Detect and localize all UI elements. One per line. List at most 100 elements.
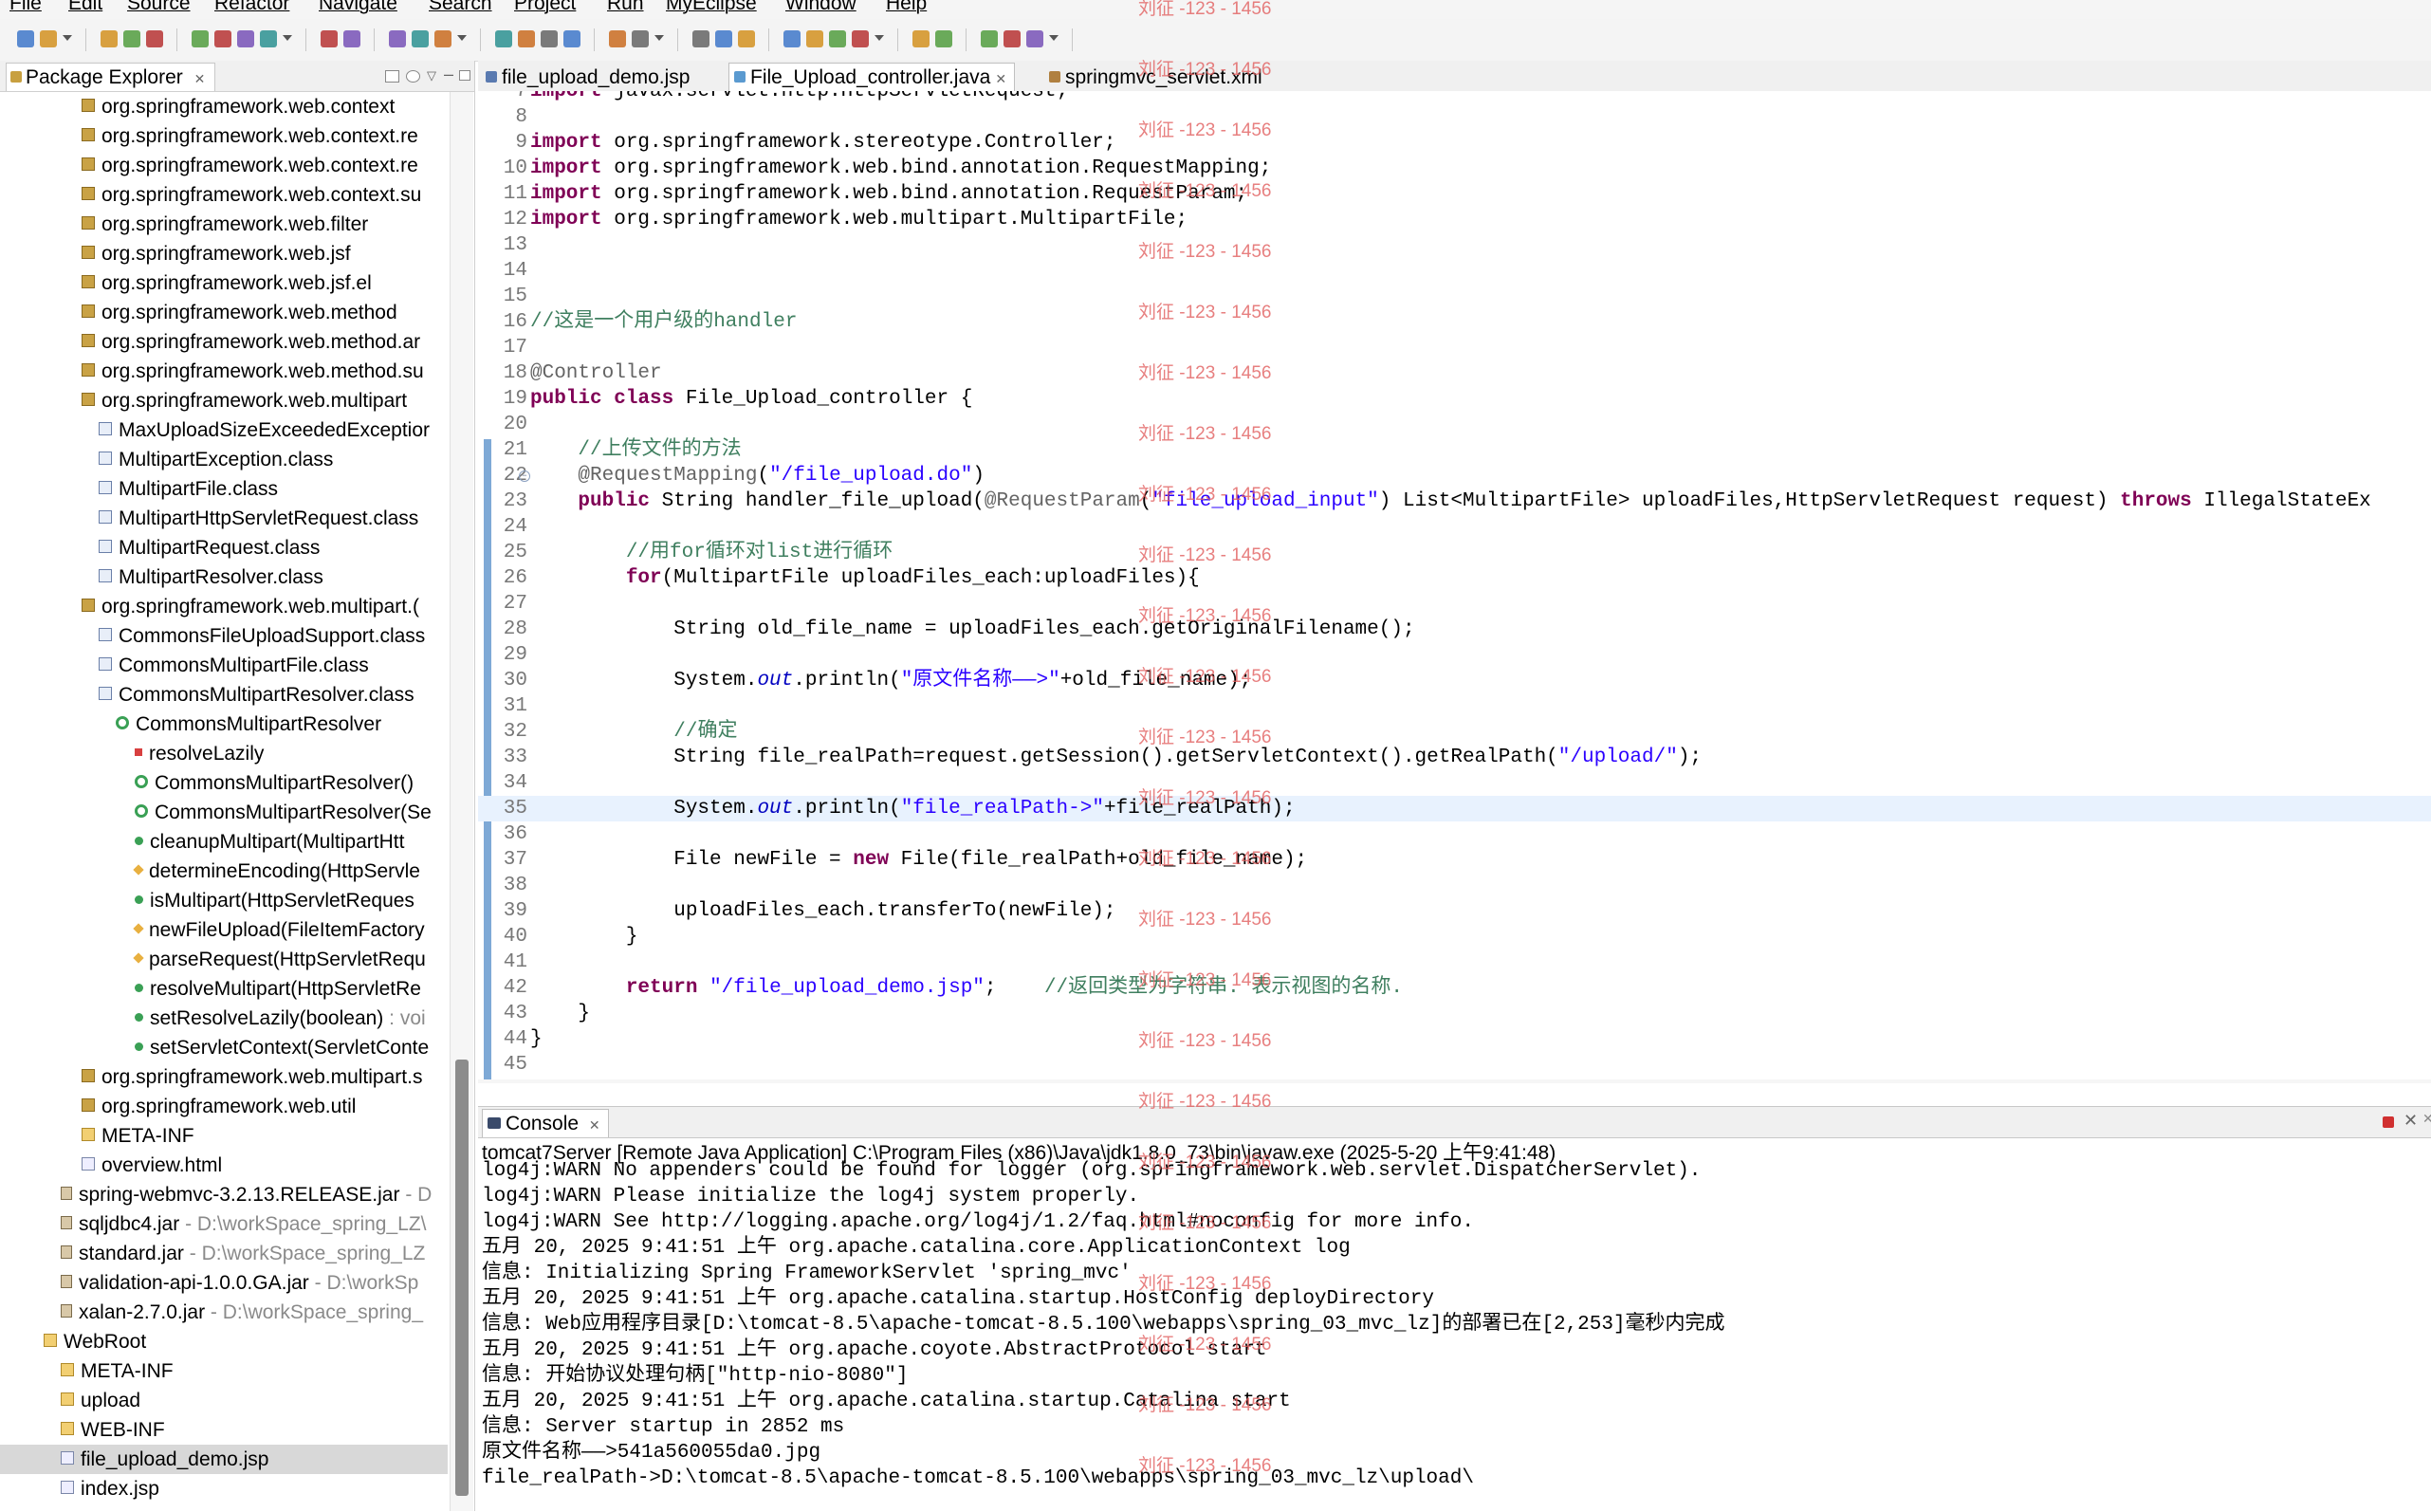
open-task-icon[interactable] <box>192 30 209 47</box>
tree-item[interactable]: org.springframework.web.context.re <box>0 121 448 151</box>
dropdown-arrow-icon[interactable] <box>283 35 292 41</box>
tree-item[interactable]: determineEncoding(HttpServle <box>0 857 448 886</box>
tree-item[interactable]: cleanupMultipart(MultipartHtt <box>0 827 448 857</box>
history-icon[interactable] <box>981 30 998 47</box>
tree-item[interactable]: setServletContext(ServletConte <box>0 1033 448 1062</box>
console-output[interactable]: log4j:WARN No appenders could be found f… <box>482 1158 2431 1512</box>
toggle-breakpoint-icon[interactable] <box>321 30 338 47</box>
menu-navigate[interactable]: Navigate <box>319 0 397 16</box>
remove-all-icon[interactable]: ✕ <box>2422 1111 2431 1127</box>
tree-item[interactable]: CommonsFileUploadSupport.class <box>0 621 448 651</box>
menu-refactor[interactable]: Refactor <box>214 0 289 16</box>
tree-item[interactable]: MultipartResolver.class <box>0 562 448 592</box>
link-editor-icon[interactable] <box>406 70 420 83</box>
profile-icon[interactable] <box>715 30 732 47</box>
save-icon[interactable] <box>40 30 57 47</box>
dropdown-arrow-icon[interactable] <box>654 35 664 41</box>
minimize-icon[interactable]: – <box>444 65 453 84</box>
tree-item[interactable]: org.springframework.web.context <box>0 92 448 121</box>
open-type-icon[interactable] <box>146 30 163 47</box>
tree-item[interactable]: isMultipart(HttpServletReques <box>0 886 448 915</box>
tree-item[interactable]: validation-api-1.0.0.GA.jar - D:\workSp <box>0 1268 448 1298</box>
remove-launch-icon[interactable]: ✕ <box>2403 1111 2418 1131</box>
coverage-icon[interactable] <box>632 30 649 47</box>
tree-item[interactable]: upload <box>0 1386 448 1415</box>
dropdown-arrow-icon[interactable] <box>875 35 884 41</box>
tree-item[interactable]: CommonsMultipartFile.class <box>0 651 448 680</box>
menu-project[interactable]: Project <box>514 0 576 16</box>
print-icon[interactable] <box>123 30 140 47</box>
tree-item[interactable]: CommonsMultipartResolver(Se <box>0 798 448 827</box>
tree-item[interactable]: org.springframework.web.multipart.( <box>0 592 448 621</box>
tree-item[interactable]: org.springframework.web.jsf <box>0 239 448 268</box>
tree-item[interactable]: resolveLazily <box>0 739 448 768</box>
new-icon[interactable] <box>17 30 34 47</box>
dropdown-arrow-icon[interactable] <box>63 35 72 41</box>
tree-item[interactable]: setResolveLazily(boolean) : voi <box>0 1004 448 1033</box>
tree-item[interactable]: CommonsMultipartResolver() <box>0 768 448 798</box>
tree-item[interactable]: index.jsp <box>0 1474 448 1503</box>
new-icon[interactable] <box>1004 30 1021 47</box>
tree-item[interactable]: CommonsMultipartResolver.class <box>0 680 448 710</box>
tree-item[interactable]: WEB-INF <box>0 1415 448 1445</box>
tree-item[interactable]: org.springframework.web.method.su <box>0 357 448 386</box>
tree-item[interactable]: org.springframework.web.filter <box>0 210 448 239</box>
menu-search[interactable]: Search <box>429 0 492 16</box>
new-project-icon[interactable] <box>389 30 406 47</box>
menu-window[interactable]: Window <box>785 0 856 16</box>
terminate-icon[interactable] <box>2383 1116 2394 1128</box>
tree-item[interactable]: overview.html <box>0 1151 448 1180</box>
dropdown-arrow-icon[interactable] <box>1049 35 1059 41</box>
tree-item[interactable]: MaxUploadSizeExceededExceptior <box>0 415 448 445</box>
forward-icon[interactable] <box>852 30 869 47</box>
tree-item[interactable]: org.springframework.web.context.su <box>0 180 448 210</box>
tab-file-upload-demo-jsp[interactable]: file_upload_demo.jsp <box>480 63 698 91</box>
menu-myeclipse[interactable]: MyEclipse <box>666 0 757 16</box>
tab-package-explorer[interactable]: Package Explorer ✕ <box>6 63 216 91</box>
build-icon[interactable] <box>260 30 277 47</box>
tree-item[interactable]: META-INF <box>0 1356 448 1386</box>
save-all-icon[interactable] <box>101 30 118 47</box>
close-icon[interactable]: ✕ <box>194 71 206 86</box>
tree-item[interactable]: org.springframework.web.multipart.s <box>0 1062 448 1092</box>
tab-console[interactable]: Console ✕ <box>482 1109 609 1137</box>
tree-item[interactable]: standard.jar - D:\workSpace_spring_LZ <box>0 1239 448 1268</box>
web-browser-icon[interactable] <box>692 30 709 47</box>
view-menu-icon[interactable]: ▽ <box>427 68 436 83</box>
tree-item[interactable]: MultipartFile.class <box>0 474 448 504</box>
menu-help[interactable]: Help <box>886 0 927 16</box>
menu-source[interactable]: Source <box>127 0 191 16</box>
prev-annotation-icon[interactable] <box>783 30 801 47</box>
tree-item[interactable]: org.springframework.web.multipart <box>0 386 448 415</box>
tree-item[interactable]: MultipartException.class <box>0 445 448 474</box>
refresh-icon[interactable] <box>935 30 952 47</box>
server-icon[interactable] <box>214 30 231 47</box>
deploy-icon[interactable] <box>237 30 254 47</box>
tree-item[interactable]: spring-webmvc-3.2.13.RELEASE.jar - D <box>0 1180 448 1209</box>
last-edit-icon[interactable] <box>806 30 823 47</box>
skip-breakpoints-icon[interactable] <box>343 30 360 47</box>
package-explorer-scrollbar[interactable] <box>450 92 473 1511</box>
open-perspective-icon[interactable] <box>518 30 535 47</box>
tree-item[interactable]: org.springframework.web.jsf.el <box>0 268 448 298</box>
tree-item[interactable]: MultipartRequest.class <box>0 533 448 562</box>
tree-item[interactable]: file_upload_demo.jsp <box>0 1445 448 1474</box>
tree-item[interactable]: xalan-2.7.0.jar - D:\workSpace_spring_ <box>0 1298 448 1327</box>
collapse-all-icon[interactable] <box>385 70 399 83</box>
tree-item[interactable]: parseRequest(HttpServletRequ <box>0 945 448 974</box>
tree-item[interactable]: META-INF <box>0 1121 448 1151</box>
back-icon[interactable] <box>829 30 846 47</box>
tree-item[interactable]: sqljdbc4.jar - D:\workSpace_spring_LZ\ <box>0 1209 448 1239</box>
tab-springmvc-servlet-xml[interactable]: springmvc_servlet.xml <box>1043 63 1271 91</box>
debug-icon[interactable] <box>541 30 558 47</box>
search-icon[interactable] <box>495 30 512 47</box>
menu-edit[interactable]: Edit <box>68 0 102 16</box>
close-icon[interactable]: ✕ <box>589 1117 600 1133</box>
tree-item[interactable]: org.springframework.web.context.re <box>0 151 448 180</box>
menu-file[interactable]: File <box>9 0 42 16</box>
next-annotation-icon[interactable] <box>738 30 755 47</box>
tree-item[interactable]: MultipartHttpServletRequest.class <box>0 504 448 533</box>
tree-item[interactable]: org.springframework.web.util <box>0 1092 448 1121</box>
code-editor[interactable]: 7 import javax.servlet.http.HttpServletRe… <box>478 91 2431 1083</box>
tree-item[interactable]: WebRoot <box>0 1327 448 1356</box>
